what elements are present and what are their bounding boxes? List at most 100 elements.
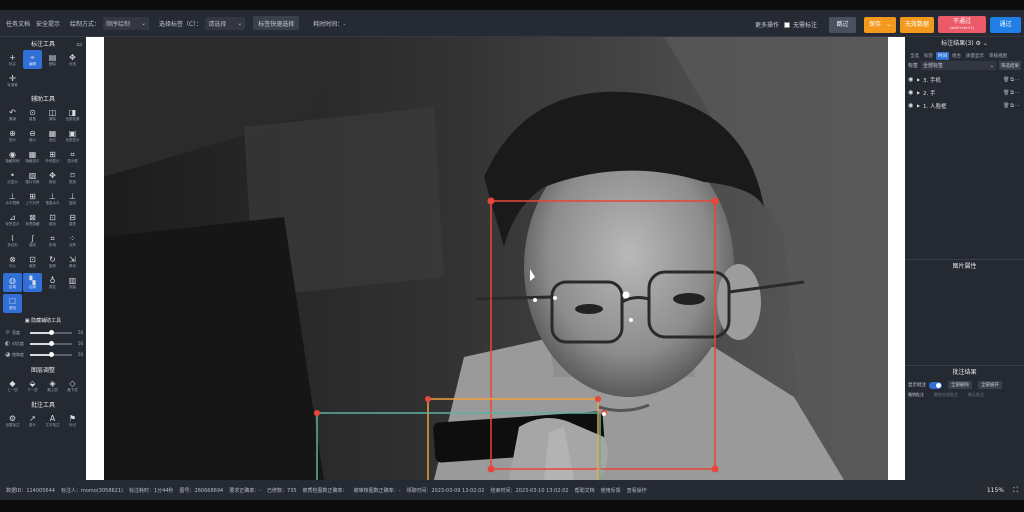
- results-tab[interactable]: 组合: [950, 52, 963, 60]
- tool-redo[interactable]: ⊙ 重做: [23, 105, 42, 124]
- tool-crop[interactable]: ⊡ 裁剪: [23, 252, 42, 271]
- status-item[interactable]: 帮助文档: [575, 487, 595, 494]
- review-action-button[interactable]: 删除全部批注: [934, 392, 958, 398]
- box-handle[interactable]: [314, 410, 320, 416]
- tool-polyline[interactable]: ⌗ 折线: [43, 231, 62, 250]
- tool-annotate[interactable]: ⚙ 设置批注: [3, 411, 22, 430]
- result-item[interactable]: ◉ ▶ 2. 手 🗑⧉⋯: [905, 86, 1024, 99]
- more-icon[interactable]: ⋯: [1015, 77, 1021, 83]
- tool-select-all[interactable]: ✥ 全选: [63, 50, 82, 69]
- tool-text[interactable]: A 文字批注: [43, 411, 62, 430]
- box-handle[interactable]: [595, 396, 601, 402]
- menu-safety-tips[interactable]: 安全提示: [36, 19, 60, 28]
- slider-track[interactable]: [30, 351, 72, 357]
- tool-mask[interactable]: ☐ 遮挡: [3, 294, 22, 313]
- tool-flip-h[interactable]: ⊥ 水平镜像: [3, 189, 22, 208]
- tool-show-all[interactable]: ▣ 全部显示: [63, 126, 82, 145]
- tool-zoom-out[interactable]: ⊖ 缩小: [23, 126, 42, 145]
- tool-center[interactable]: ⊗ 中心: [3, 252, 22, 271]
- tool-frame[interactable]: ✛ 标准框: [3, 71, 22, 90]
- tool-overlap[interactable]: ⊟ 重叠: [63, 210, 82, 229]
- tool-layer-down[interactable]: ⬙ 下一层: [23, 376, 42, 395]
- tool-outer[interactable]: ⊞ 外侧显示: [43, 147, 62, 166]
- hide-aux-tools-toggle[interactable]: ▣ 隐藏辅助工具: [0, 316, 86, 327]
- chevron-down-icon[interactable]: ⌄: [983, 40, 988, 47]
- filter-button[interactable]: 筛选结果: [999, 61, 1021, 70]
- results-tab[interactable]: 全选: [908, 52, 921, 60]
- tool-polygon[interactable]: ⌇ 多边形: [3, 231, 22, 250]
- results-tab[interactable]: 时间: [936, 51, 949, 60]
- tool-drag[interactable]: ✥ 拖动: [43, 168, 62, 187]
- tool-layer-bottom[interactable]: ◇ 最下层: [63, 376, 82, 395]
- box-handle[interactable]: [425, 396, 431, 402]
- tool-tag-hide[interactable]: ⊠ 标签隐藏: [23, 210, 42, 229]
- tool-region[interactable]: ◍ 区域: [3, 273, 22, 292]
- tool-tag[interactable]: ⊿ 标签显示: [3, 210, 22, 229]
- slider-knob[interactable]: [48, 351, 54, 357]
- review-action-button[interactable]: 确认批注: [968, 392, 984, 398]
- save-button[interactable]: 保存 ⌄: [864, 16, 896, 33]
- box-handle[interactable]: [711, 197, 719, 205]
- tool-clear[interactable]: ◫ 清除: [43, 105, 62, 124]
- no-label-checkbox[interactable]: [783, 21, 790, 28]
- tag-select[interactable]: 请选择 ⌄: [205, 16, 246, 30]
- image-canvas[interactable]: [104, 37, 888, 480]
- fullscreen-icon[interactable]: ⛶: [1013, 486, 1018, 495]
- review-action-button[interactable]: 撤销批注: [908, 392, 924, 398]
- draw-mode-select[interactable]: 顺序绘制 ⌄: [103, 16, 150, 30]
- result-item[interactable]: ◉ ▶ 3. 手机 🗑⧉⋯: [905, 73, 1024, 86]
- more-icon[interactable]: ⋯: [1015, 103, 1021, 109]
- slider-knob[interactable]: [48, 329, 54, 335]
- results-tab[interactable]: 质量显示: [964, 52, 986, 60]
- tool-edit-points[interactable]: ⌖ 编辑: [23, 50, 42, 69]
- tool-trash[interactable]: ▤ 删除: [43, 50, 62, 69]
- menu-task-doc[interactable]: 任务文档: [6, 19, 30, 28]
- filter-select[interactable]: 全部标签 ⌄: [921, 61, 996, 70]
- tool-reset[interactable]: ◨ 全部还原: [63, 105, 82, 124]
- collapse-icon[interactable]: ▭: [76, 39, 82, 50]
- tool-zoom-in[interactable]: ⊕ 放大: [3, 126, 22, 145]
- more-icon[interactable]: ⋯: [1015, 90, 1021, 96]
- tool-image-switch[interactable]: ▨ 图片切换: [23, 168, 42, 187]
- tool-hv[interactable]: ⊥ 垂直水平: [43, 189, 62, 208]
- settings-icon[interactable]: ⚙: [976, 40, 981, 47]
- tool-move[interactable]: ⇲ 移动: [63, 252, 82, 271]
- slider-knob[interactable]: [48, 340, 54, 346]
- tool-overflow[interactable]: ⊡ 超出: [43, 210, 62, 229]
- tool-layer-up[interactable]: ◆ 上一层: [3, 376, 22, 395]
- tool-eye[interactable]: ◉ 隐藏其他: [3, 147, 22, 166]
- clear-all-review-button[interactable]: 全部删除: [948, 381, 972, 389]
- slider-track[interactable]: [30, 329, 72, 335]
- status-item[interactable]: 使用反馈: [601, 487, 621, 494]
- status-item[interactable]: 查看操作: [627, 487, 647, 494]
- tool-box-select[interactable]: ⌑ 框选: [63, 168, 82, 187]
- tool-box-show[interactable]: ⌗ 显示框: [63, 147, 82, 166]
- submit-button[interactable]: 通过: [990, 16, 1021, 33]
- tool-undo[interactable]: ↶ 撤销: [3, 105, 22, 124]
- tool-copy[interactable]: ⊥ 复制: [63, 189, 82, 208]
- tool-align-v[interactable]: ⊞ 上下对齐: [23, 189, 42, 208]
- quick-tag-button[interactable]: 标签快速选择: [253, 16, 300, 30]
- tool-marker[interactable]: ⚑ 标记: [63, 411, 82, 430]
- results-tab[interactable]: 标签: [922, 52, 935, 60]
- eye-icon[interactable]: ◉: [908, 89, 917, 96]
- tool-dots[interactable]: ⁘ 点阵: [63, 231, 82, 250]
- tool-point[interactable]: • 点显示: [3, 168, 22, 187]
- slider-track[interactable]: [30, 340, 72, 346]
- reject-button[interactable]: 不通过 (shift+ctrl+1): [938, 16, 986, 33]
- tool-arrow[interactable]: ↗ 箭头: [23, 411, 42, 430]
- tool-edge[interactable]: ▚ 边缘: [23, 273, 42, 292]
- tool-rotate[interactable]: ↻ 旋转: [43, 252, 62, 271]
- box-handle[interactable]: [487, 465, 495, 473]
- tool-plus[interactable]: + 标注: [3, 50, 22, 69]
- box-handle[interactable]: [487, 197, 495, 205]
- more-ops-menu[interactable]: 更多操作: [755, 20, 779, 29]
- invalid-data-button[interactable]: 无效数据: [900, 16, 934, 33]
- tool-fit[interactable]: ▦ 适应: [43, 126, 62, 145]
- tool-curve[interactable]: ∫ 曲线: [23, 231, 42, 250]
- expand-all-review-button[interactable]: 全部展开: [978, 381, 1002, 389]
- tool-grid[interactable]: ▦ 隐藏选中: [23, 147, 42, 166]
- eye-icon[interactable]: ◉: [908, 102, 917, 109]
- tool-attr[interactable]: ♁ 属性: [43, 273, 62, 292]
- result-item[interactable]: ◉ ▶ 1. 人脸框 🗑⧉⋯: [905, 99, 1024, 112]
